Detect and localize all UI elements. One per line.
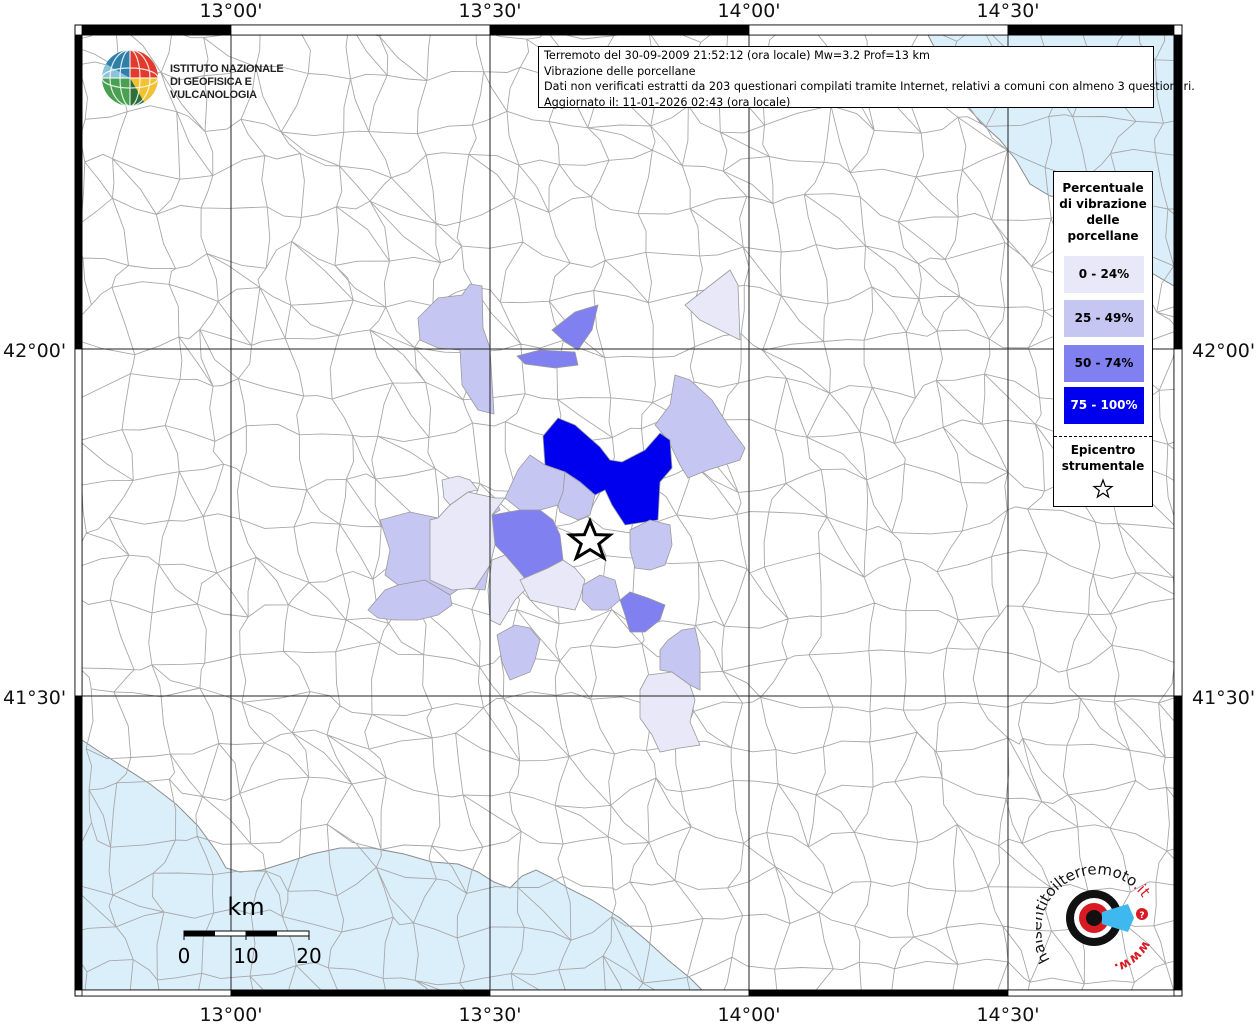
legend-title-line: di vibrazione: [1059, 197, 1147, 211]
legend-item-50-74: 50 - 74%: [1064, 345, 1144, 382]
data-notice: Dati non verificati estratti da 203 ques…: [544, 80, 1195, 93]
logo-text-line1: ISTITUTO NAZIONALE: [170, 63, 284, 75]
legend: Percentuale di vibrazione delle porcella…: [1053, 171, 1153, 507]
legend-item-75-100: 75 - 100%: [1064, 387, 1144, 424]
lat-label-left: 42°00': [3, 340, 66, 362]
frame-bar-segment: [74, 348, 83, 697]
frame-bar-segment: [748, 24, 1009, 36]
frame-bar-segment: [230, 989, 491, 997]
lon-label-bottom: 13°30': [458, 1004, 521, 1024]
frame-bar-segment: [489, 989, 750, 997]
frame-bar-segment: [748, 989, 1009, 997]
ingv-globe-icon: [101, 49, 159, 107]
legend-epicenter-label: Epicentro strumentale: [1054, 442, 1152, 474]
badge-text-www: www.: [1112, 938, 1153, 975]
scale-tick-10: 10: [233, 944, 258, 968]
scale-tick-20: 20: [296, 944, 321, 968]
scale-tick-0: 0: [178, 944, 191, 968]
event-info: Terremoto del 30-09-2009 21:52:12 (ora l…: [544, 49, 930, 62]
frame-bar-segment: [74, 34, 83, 350]
lat-label-right: 41°30': [1192, 687, 1255, 709]
lat-label-left: 41°30': [3, 687, 66, 709]
frame-bar-segment: [230, 24, 491, 36]
legend-title-line: delle: [1086, 213, 1120, 227]
scale-unit: km: [227, 893, 264, 921]
longitude-labels-bottom: 13°00' 13°30' 14°00' 14°30': [199, 1004, 1039, 1024]
ingv-logo: ISTITUTO NAZIONALE DI GEOFISICA E VULCAN…: [100, 48, 320, 110]
map-subject: Vibrazione delle porcellane: [544, 64, 696, 78]
haisentito-badge[interactable]: ? haisentitoilterremoto.it www.: [1036, 862, 1166, 982]
lon-label-bottom: 13°00': [199, 1004, 262, 1024]
survey-area-16[interactable]: [629, 519, 673, 571]
frame-bar-segment: [1173, 348, 1183, 697]
update-time: Aggiornato il: 11-01-2026 02:43 (ora loc…: [544, 95, 791, 109]
frame-bar-segment: [1007, 24, 1175, 36]
longitude-labels-top: 13°00' 13°30' 14°00' 14°30': [199, 0, 1039, 22]
frame-bar-segment: [81, 24, 232, 36]
logo-text-line2: DI GEOFISICA E VULCANOLOGIA: [170, 76, 257, 101]
legend-epicenter-line: Epicentro: [1070, 443, 1136, 457]
legend-title: Percentuale di vibrazione delle porcella…: [1054, 180, 1152, 244]
legend-title-line: Percentuale: [1062, 181, 1144, 195]
lon-label-top: 14°00': [717, 0, 780, 22]
legend-star-icon: [1092, 478, 1114, 499]
lon-label-top: 13°00': [199, 0, 262, 22]
info-box: Terremoto del 30-09-2009 21:52:12 (ora l…: [538, 46, 1195, 109]
scale-bar: km 0 10 20: [178, 893, 322, 968]
legend-item-25-49: 25 - 49%: [1064, 300, 1144, 337]
legend-item-0-24: 0 - 24%: [1064, 256, 1144, 293]
frame-bar-segment: [1173, 695, 1183, 991]
lon-label-bottom: 14°00': [717, 1004, 780, 1024]
frame-bar-segment: [489, 24, 750, 36]
lon-label-top: 14°30': [976, 0, 1039, 22]
frame-bar-segment: [81, 989, 232, 997]
legend-separator: [1054, 436, 1152, 437]
lon-label-bottom: 14°30': [976, 1004, 1039, 1024]
legend-title-line: porcellane: [1067, 229, 1139, 243]
frame-bar-segment: [1007, 989, 1175, 997]
svg-text:?: ?: [1139, 911, 1144, 921]
lon-label-top: 13°30': [458, 0, 521, 22]
legend-epicenter-line: strumentale: [1061, 459, 1145, 473]
lat-label-right: 42°00': [1192, 340, 1255, 362]
frame-bar-segment: [74, 695, 83, 991]
